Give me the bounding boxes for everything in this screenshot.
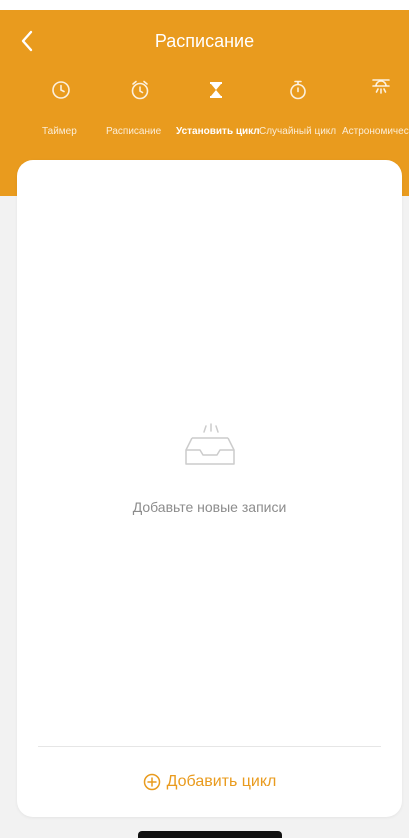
tab-set-cycle[interactable]: Установить цикл: [175, 78, 260, 140]
page-title: Расписание: [154, 31, 255, 51]
tab-random-cycle[interactable]: Случайный цикл: [259, 78, 339, 140]
clock-icon: [52, 81, 70, 99]
home-indicator: [138, 831, 282, 838]
empty-state-text: Добавьте новые записи: [132, 499, 287, 515]
stopwatch-icon: [290, 80, 306, 100]
sun-horizon-icon: [372, 79, 390, 94]
tab-schedule[interactable]: Расписание: [104, 78, 170, 140]
tab-label: Случайный цикл: [259, 126, 337, 137]
status-bar: [0, 0, 409, 10]
tab-astronomical[interactable]: Астрономичес: [341, 78, 409, 140]
tab-label: Таймер: [42, 126, 77, 137]
content-card: Добавьте новые записи Добавить цикл: [17, 160, 402, 817]
plus-circle-icon: [143, 773, 160, 791]
add-cycle-label: Добавить цикл: [166, 773, 277, 790]
empty-tray-icon: [185, 423, 235, 465]
tab-timer[interactable]: Таймер: [40, 78, 90, 140]
tab-label: Астрономичес: [342, 126, 409, 137]
divider: [38, 746, 381, 747]
add-cycle-button[interactable]: Добавить цикл: [17, 768, 402, 796]
tab-label: Установить цикл: [176, 126, 260, 137]
tab-bar: Таймер Расписание Установить цикл Случай…: [0, 78, 409, 140]
alarm-clock-icon: [131, 80, 149, 100]
hourglass-icon: [210, 82, 222, 98]
tab-label: Расписание: [106, 126, 162, 137]
